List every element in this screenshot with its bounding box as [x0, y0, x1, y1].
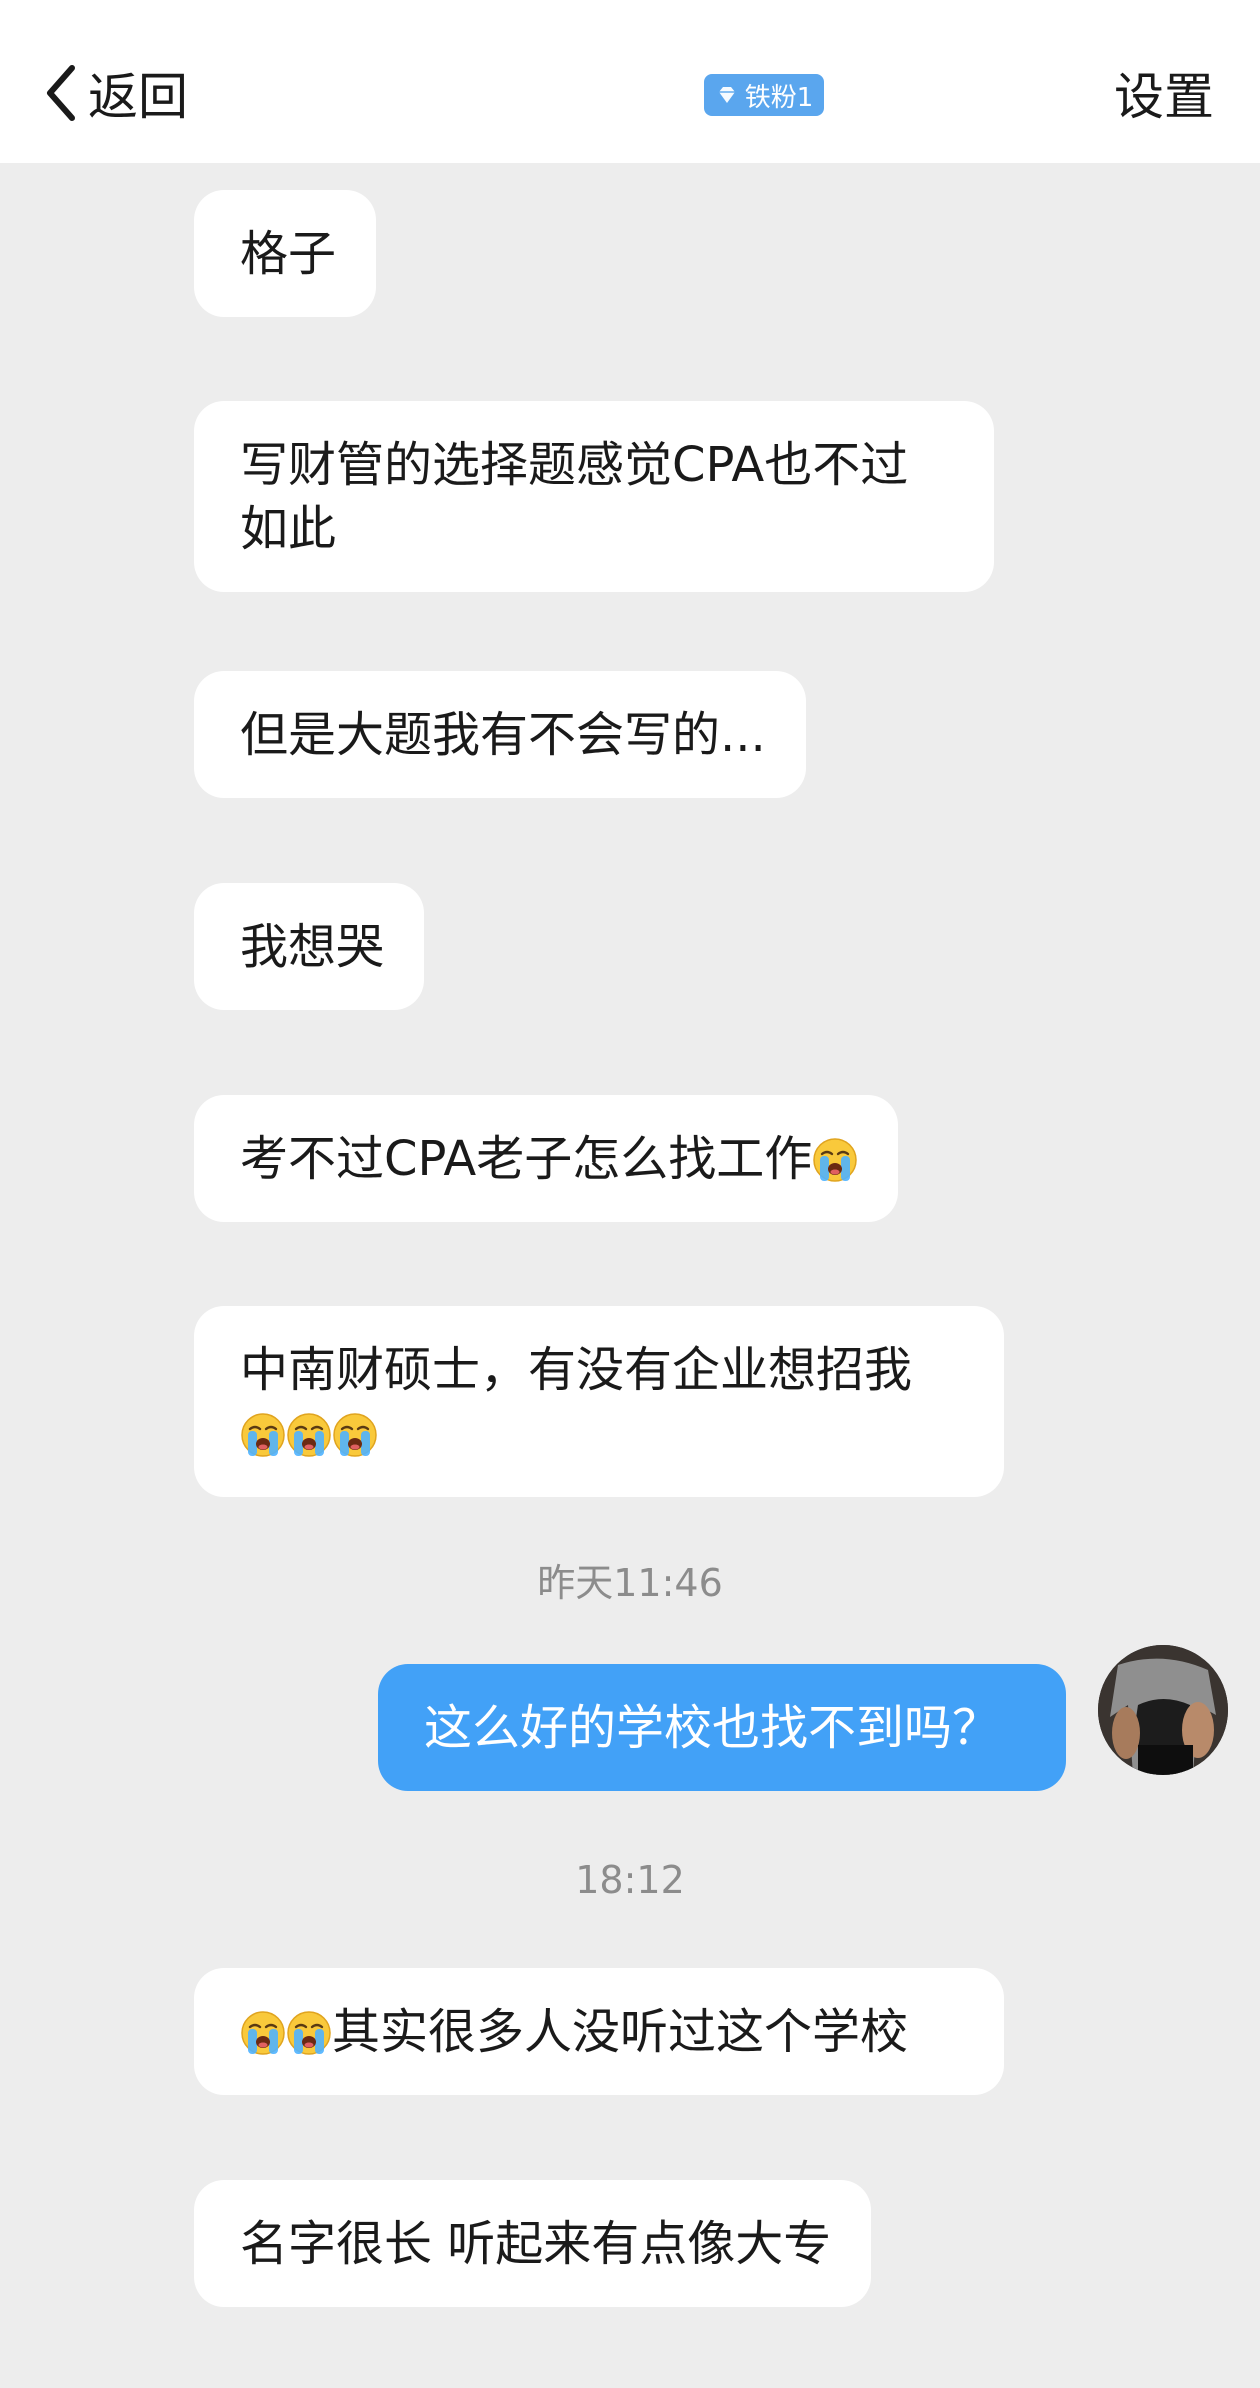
loudly-crying-face-icon — [240, 2010, 286, 2056]
message-text: 考不过CPA老子怎么找工作 — [240, 1131, 813, 1187]
loudly-crying-face-icon — [332, 1412, 378, 1458]
timestamp: 昨天11:46 — [537, 1561, 723, 1605]
avatar[interactable] — [1098, 1645, 1228, 1775]
timestamp: 18:12 — [575, 1858, 685, 1902]
fan-level-badge: 铁粉1 — [704, 74, 824, 116]
message-bubble-outgoing[interactable]: 这么好的学校也找不到吗？ — [378, 1664, 1066, 1791]
fan-badge-label: 铁粉1 — [744, 82, 814, 113]
message-text: 名字很长 听起来有点像大专 — [240, 2216, 832, 2272]
message-bubble[interactable]: 考不过CPA老子怎么找工作 — [194, 1095, 899, 1222]
message-bubble[interactable]: 其实很多人没听过这个学校 — [194, 1968, 1004, 2095]
back-label: 返回 — [88, 68, 188, 126]
loudly-crying-face-icon — [812, 1137, 858, 1183]
message-bubble[interactable]: 中南财硕士，有没有企业想招我 — [194, 1306, 1004, 1497]
top-bar: 返回 铁粉1 设置 — [0, 0, 1260, 163]
message-text: 我想哭 — [240, 919, 385, 975]
chevron-left-icon — [47, 65, 75, 121]
loudly-crying-face-icon — [286, 2010, 332, 2056]
loudly-crying-face-icon — [240, 1412, 286, 1458]
message-text-line-2: 如此 — [240, 501, 337, 557]
message-text: 这么好的学校也找不到吗？ — [424, 1700, 1001, 1756]
message-bubble[interactable]: 我想哭 — [194, 883, 425, 1010]
user-photo-icon — [1098, 1645, 1228, 1775]
message-bubble[interactable]: 但是大题我有不会写的... — [194, 671, 806, 798]
message-text: 但是大题我有不会写的... — [240, 707, 766, 763]
message-bubble[interactable]: 格子 — [194, 190, 377, 317]
message-text: 写财管的选择题感觉CPA也不过 — [240, 437, 909, 493]
message-text: 其实很多人没听过这个学校 — [332, 2004, 909, 2060]
message-bubble[interactable]: 写财管的选择题感觉CPA也不过 如此 — [194, 401, 994, 592]
back-button[interactable]: 返回 — [40, 58, 188, 128]
message-text: 中南财硕士，有没有企业想招我 — [240, 1342, 913, 1398]
message-bubble[interactable]: 名字很长 听起来有点像大专 — [194, 2180, 872, 2307]
message-text: 格子 — [240, 226, 337, 282]
diamond-icon — [718, 87, 735, 103]
loudly-crying-face-icon — [286, 1412, 332, 1458]
settings-button[interactable]: 设置 — [1114, 58, 1214, 128]
